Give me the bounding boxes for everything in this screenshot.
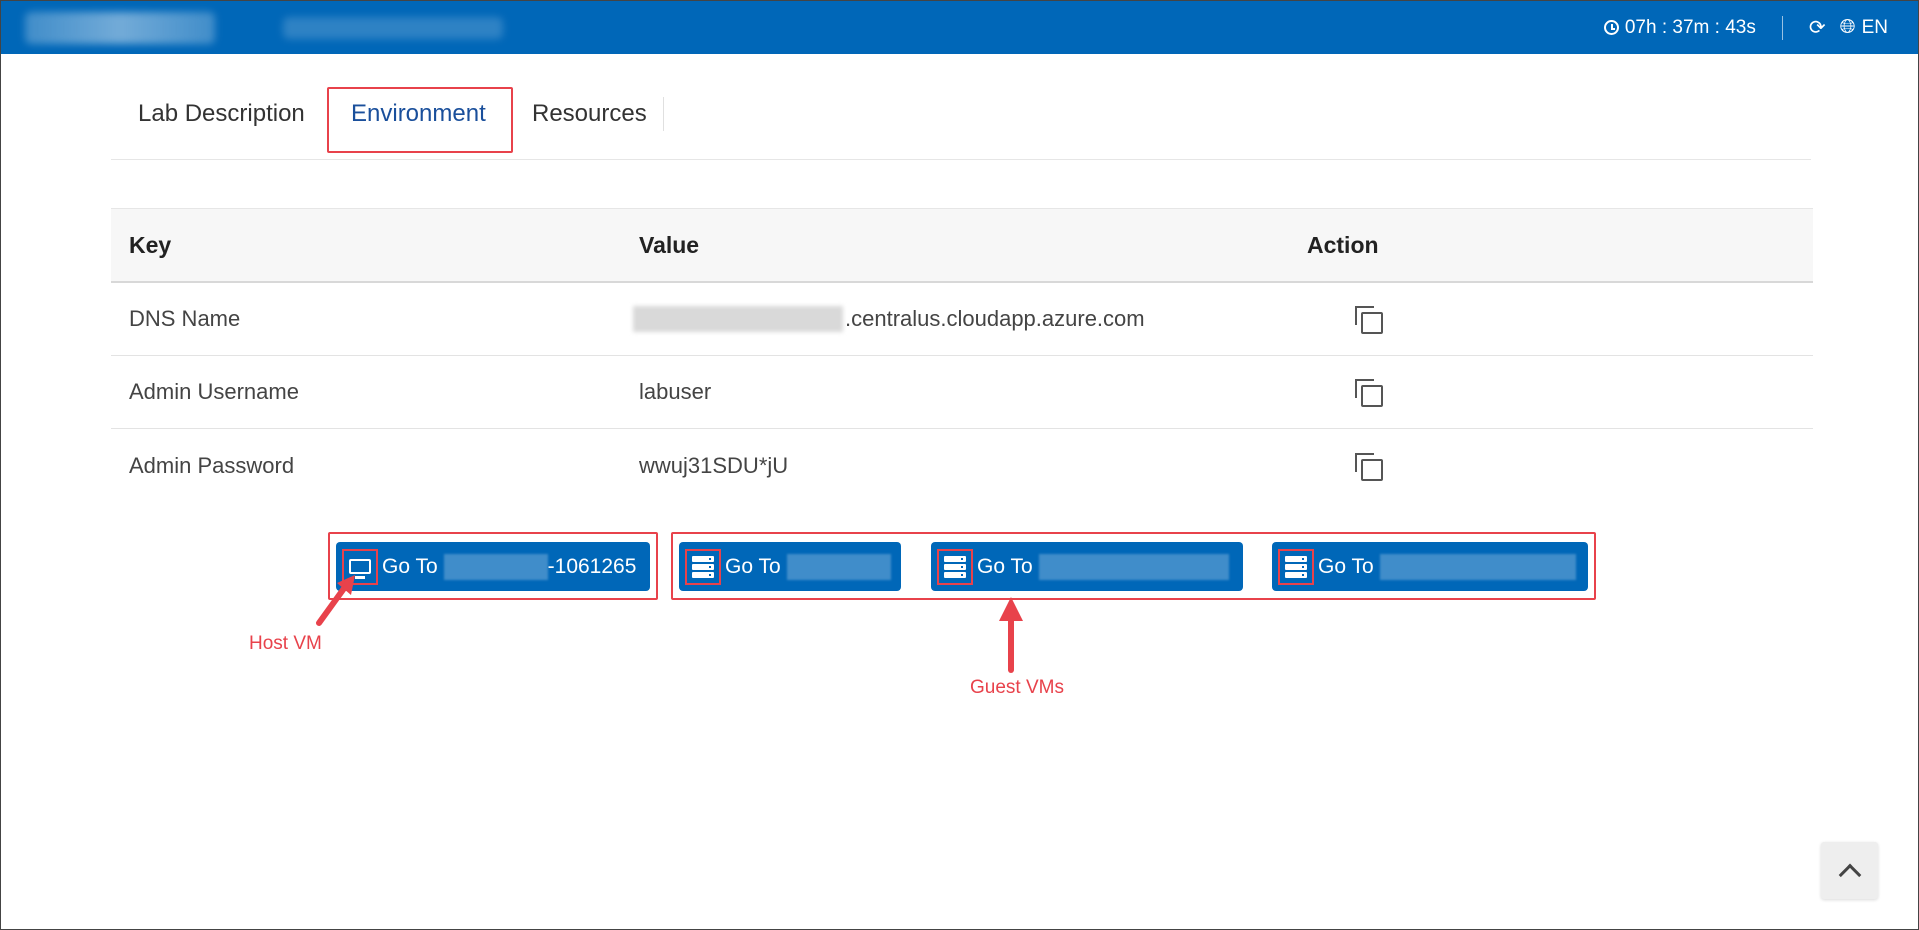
- row-key: Admin Username: [129, 379, 299, 404]
- language-selector[interactable]: 🌐︎ EN: [1840, 16, 1888, 39]
- top-bar: 07h : 37m : 43s ⟳ 🌐︎ EN: [1, 1, 1918, 54]
- vm-icon-frame: [685, 548, 721, 585]
- row-value: .centralus.cloudapp.azure.com: [633, 283, 1145, 355]
- host-vm-arrow: [316, 575, 355, 626]
- lab-title-redacted: [283, 17, 503, 39]
- vm-name-redacted: [1038, 553, 1229, 580]
- refresh-icon[interactable]: ⟳: [1809, 15, 1826, 40]
- goto-guest-vm-button[interactable]: Go To: [931, 542, 1243, 591]
- header-key: Key: [129, 231, 172, 258]
- timer-text: 07h : 37m : 43s: [1624, 16, 1756, 38]
- button-label: Go To: [382, 554, 438, 578]
- lab-timer: 07h : 37m : 43s: [1603, 16, 1756, 39]
- tab-bar: Lab Description Environment Resources: [111, 84, 1811, 160]
- goto-guest-vm-button[interactable]: Go To: [679, 542, 901, 591]
- header-action: Action: [1307, 231, 1379, 258]
- table-header: Key Value Action: [111, 208, 1813, 283]
- clock-icon: [1603, 20, 1619, 35]
- table-row: Admin Password wwuj31SDU*jU: [111, 429, 1813, 502]
- row-action: [1355, 283, 1383, 355]
- goto-guest-vm-button[interactable]: Go To: [1272, 542, 1588, 591]
- dns-suffix: .centralus.cloudapp.azure.com: [845, 306, 1145, 331]
- row-key: Admin Password: [129, 452, 295, 478]
- guest-vms-annotation: Guest VMs: [970, 677, 1064, 698]
- tab-divider: [663, 97, 664, 131]
- scroll-to-top-button[interactable]: [1821, 842, 1878, 899]
- copy-icon[interactable]: [1355, 452, 1383, 481]
- dns-prefix-redacted: [633, 306, 843, 332]
- topbar-right: 07h : 37m : 43s ⟳ 🌐︎ EN: [1603, 1, 1888, 54]
- vm-icon-frame: [1278, 548, 1314, 585]
- server-icon: [944, 555, 966, 578]
- row-action: [1355, 356, 1383, 428]
- table-row: DNS Name .centralus.cloudapp.azure.com: [111, 283, 1813, 356]
- server-icon: [1285, 555, 1307, 578]
- copy-icon[interactable]: [1355, 306, 1383, 334]
- globe-icon: 🌐︎: [1839, 16, 1856, 38]
- tab-lab-description[interactable]: Lab Description: [138, 84, 305, 144]
- header-value: Value: [639, 231, 700, 258]
- vm-name-redacted: [1379, 553, 1576, 580]
- tab-resources[interactable]: Resources: [532, 84, 647, 144]
- table-row: Admin Username labuser: [111, 356, 1813, 429]
- button-label: Go To: [977, 554, 1033, 578]
- divider: [1781, 15, 1783, 40]
- vm-name-redacted: [786, 553, 891, 580]
- vm-name-redacted: [443, 553, 548, 580]
- row-key: DNS Name: [129, 306, 241, 331]
- environment-table: Key Value Action DNS Name .centralus.clo…: [111, 208, 1813, 502]
- guest-vms-arrow: [999, 597, 1023, 673]
- host-vm-annotation: Host VM: [249, 633, 322, 654]
- server-icon: [692, 555, 714, 578]
- environment-highlight-box: [327, 87, 513, 153]
- copy-icon[interactable]: [1355, 379, 1383, 407]
- row-action: [1355, 429, 1383, 502]
- vm-suffix: -1061265: [547, 554, 637, 578]
- chevron-up-icon: [1838, 863, 1861, 886]
- row-value: labuser: [639, 379, 712, 404]
- logo-redacted: [25, 12, 215, 44]
- language-label: EN: [1861, 16, 1888, 38]
- button-label: Go To: [725, 554, 781, 578]
- goto-host-vm-button[interactable]: Go To -1061265: [336, 542, 650, 591]
- vm-icon-frame: [937, 548, 973, 585]
- button-label: Go To: [1318, 554, 1374, 578]
- row-value: wwuj31SDU*jU: [639, 452, 789, 478]
